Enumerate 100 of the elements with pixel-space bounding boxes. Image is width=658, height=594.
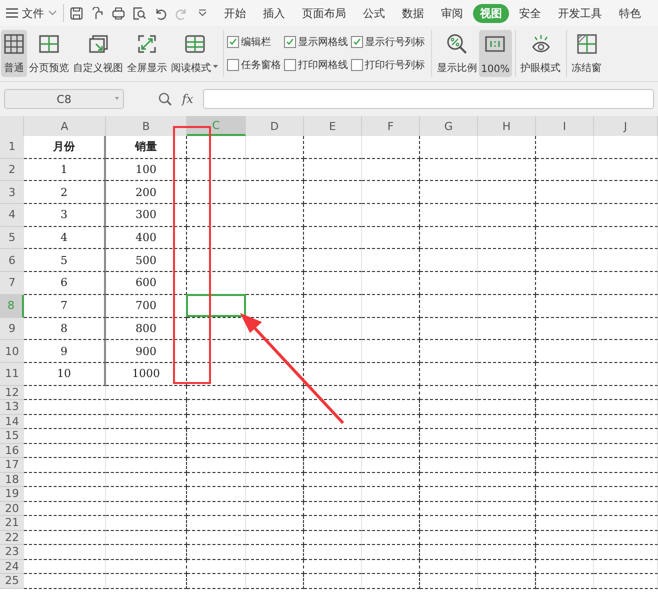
print-preview-icon[interactable] bbox=[133, 6, 146, 20]
table-cell bbox=[478, 444, 536, 458]
row-header[interactable]: 10 bbox=[0, 340, 24, 363]
table-cell bbox=[362, 545, 420, 560]
table-cell bbox=[536, 136, 594, 159]
caret-icon[interactable] bbox=[213, 65, 218, 68]
row-header[interactable]: 18 bbox=[0, 472, 24, 488]
row-header[interactable]: 17 bbox=[0, 458, 24, 473]
row-header[interactable]: 5 bbox=[0, 226, 24, 250]
row-header[interactable]: 23 bbox=[0, 545, 24, 560]
table-cell bbox=[594, 181, 658, 204]
row-header[interactable]: 7 bbox=[0, 272, 24, 295]
eye-mode-button[interactable]: 护眼模式 bbox=[518, 30, 563, 77]
chevron-icon[interactable] bbox=[48, 10, 57, 16]
table-cell bbox=[478, 472, 536, 488]
row-header[interactable]: 12 bbox=[0, 386, 24, 400]
table-cell bbox=[594, 318, 658, 340]
ribbon-tab[interactable]: 数据 bbox=[395, 4, 431, 22]
table-cell: 800 bbox=[106, 318, 187, 340]
table-cell: 5 bbox=[24, 249, 106, 272]
table-cell: 10 bbox=[24, 362, 106, 386]
row-header[interactable]: 15 bbox=[0, 429, 24, 444]
table-cell bbox=[478, 429, 536, 444]
row-header[interactable]: 16 bbox=[0, 444, 24, 458]
column-header[interactable]: G bbox=[420, 116, 478, 136]
ribbon-tab[interactable]: 视图 bbox=[473, 4, 509, 22]
checkbox[interactable] bbox=[227, 36, 239, 48]
zoom-icon[interactable] bbox=[158, 92, 172, 106]
formula-field[interactable] bbox=[203, 89, 654, 109]
name-box[interactable]: C8 bbox=[4, 89, 124, 109]
column-header[interactable]: A bbox=[24, 116, 106, 136]
function-label[interactable]: fx bbox=[182, 92, 194, 106]
row-header[interactable]: 2 bbox=[0, 158, 24, 182]
table-cell bbox=[420, 158, 478, 182]
menu-icon[interactable] bbox=[6, 8, 18, 18]
ribbon-tab[interactable]: 审阅 bbox=[434, 4, 470, 22]
table-cell bbox=[536, 362, 594, 386]
row-header[interactable]: 21 bbox=[0, 516, 24, 531]
row-header[interactable]: 1 bbox=[0, 136, 24, 159]
row-header[interactable]: 14 bbox=[0, 414, 24, 430]
column-header[interactable]: H bbox=[478, 116, 536, 136]
row-header[interactable]: 25 bbox=[0, 574, 24, 589]
ribbon-tab[interactable]: 公式 bbox=[356, 4, 392, 22]
column-header[interactable]: B bbox=[106, 116, 187, 136]
table-cell bbox=[362, 516, 420, 531]
row-header[interactable]: 19 bbox=[0, 487, 24, 502]
table-cell bbox=[478, 181, 536, 204]
checkbox[interactable] bbox=[351, 36, 363, 48]
ribbon-tab[interactable]: 特色 bbox=[612, 4, 648, 22]
view-button[interactable]: 阅读模式 bbox=[169, 30, 220, 77]
view-button[interactable]: 自定义视图 bbox=[71, 30, 125, 77]
column-header[interactable]: I bbox=[536, 116, 594, 136]
print-icon[interactable] bbox=[112, 6, 125, 20]
save-icon[interactable] bbox=[70, 6, 83, 20]
column-header[interactable]: D bbox=[246, 116, 304, 136]
table-cell bbox=[594, 429, 658, 444]
column-header[interactable]: F bbox=[362, 116, 420, 136]
zoom-button[interactable]: 100% bbox=[479, 30, 512, 77]
ribbon-tab[interactable]: 开始 bbox=[217, 4, 253, 22]
checkbox[interactable] bbox=[227, 59, 239, 72]
ribbon-tab[interactable]: 开发工具 bbox=[551, 4, 609, 22]
table-cell bbox=[362, 340, 420, 363]
ribbon-tab[interactable]: 安全 bbox=[512, 4, 548, 22]
view-button[interactable]: 全屏显示 bbox=[125, 30, 169, 77]
row-header[interactable]: 11 bbox=[0, 362, 24, 386]
column-header[interactable]: J bbox=[594, 116, 658, 136]
view-button[interactable]: 普通 bbox=[1, 30, 27, 77]
table-cell bbox=[478, 386, 536, 400]
checkbox[interactable] bbox=[284, 36, 296, 48]
table-cell bbox=[594, 444, 658, 458]
zoom-button[interactable]: 显示比例 bbox=[435, 30, 479, 77]
table-cell bbox=[594, 545, 658, 560]
row-header[interactable]: 6 bbox=[0, 249, 24, 272]
file-menu[interactable]: 文件 bbox=[18, 6, 48, 20]
table-cell bbox=[362, 272, 420, 295]
checkbox[interactable] bbox=[284, 59, 296, 72]
row-header[interactable]: 13 bbox=[0, 400, 24, 415]
table-cell bbox=[478, 574, 536, 589]
table-cell bbox=[187, 574, 246, 589]
table-cell bbox=[304, 487, 362, 502]
row-header[interactable]: 3 bbox=[0, 181, 24, 204]
row-header[interactable]: 9 bbox=[0, 318, 24, 340]
row-header[interactable]: 20 bbox=[0, 502, 24, 516]
row-header[interactable]: 24 bbox=[0, 560, 24, 574]
table-cell bbox=[187, 362, 246, 386]
row-header[interactable]: 22 bbox=[0, 530, 24, 546]
ribbon-tab[interactable]: 页面布局 bbox=[295, 4, 353, 22]
column-header[interactable]: E bbox=[304, 116, 362, 136]
row-header[interactable]: 4 bbox=[0, 204, 24, 227]
table-cell bbox=[304, 318, 362, 340]
table-cell bbox=[420, 574, 478, 589]
view-button[interactable]: 分页预览 bbox=[27, 30, 71, 77]
checkbox[interactable] bbox=[351, 59, 363, 72]
ribbon-tab[interactable]: 插入 bbox=[256, 4, 292, 22]
table-cell bbox=[362, 226, 420, 250]
table-cell bbox=[420, 136, 478, 159]
undo-icon[interactable] bbox=[154, 6, 167, 20]
freeze-panes-button[interactable]: 冻结窗 bbox=[570, 30, 604, 77]
table-cell bbox=[478, 362, 536, 386]
freeze-grid-icon bbox=[576, 33, 598, 55]
